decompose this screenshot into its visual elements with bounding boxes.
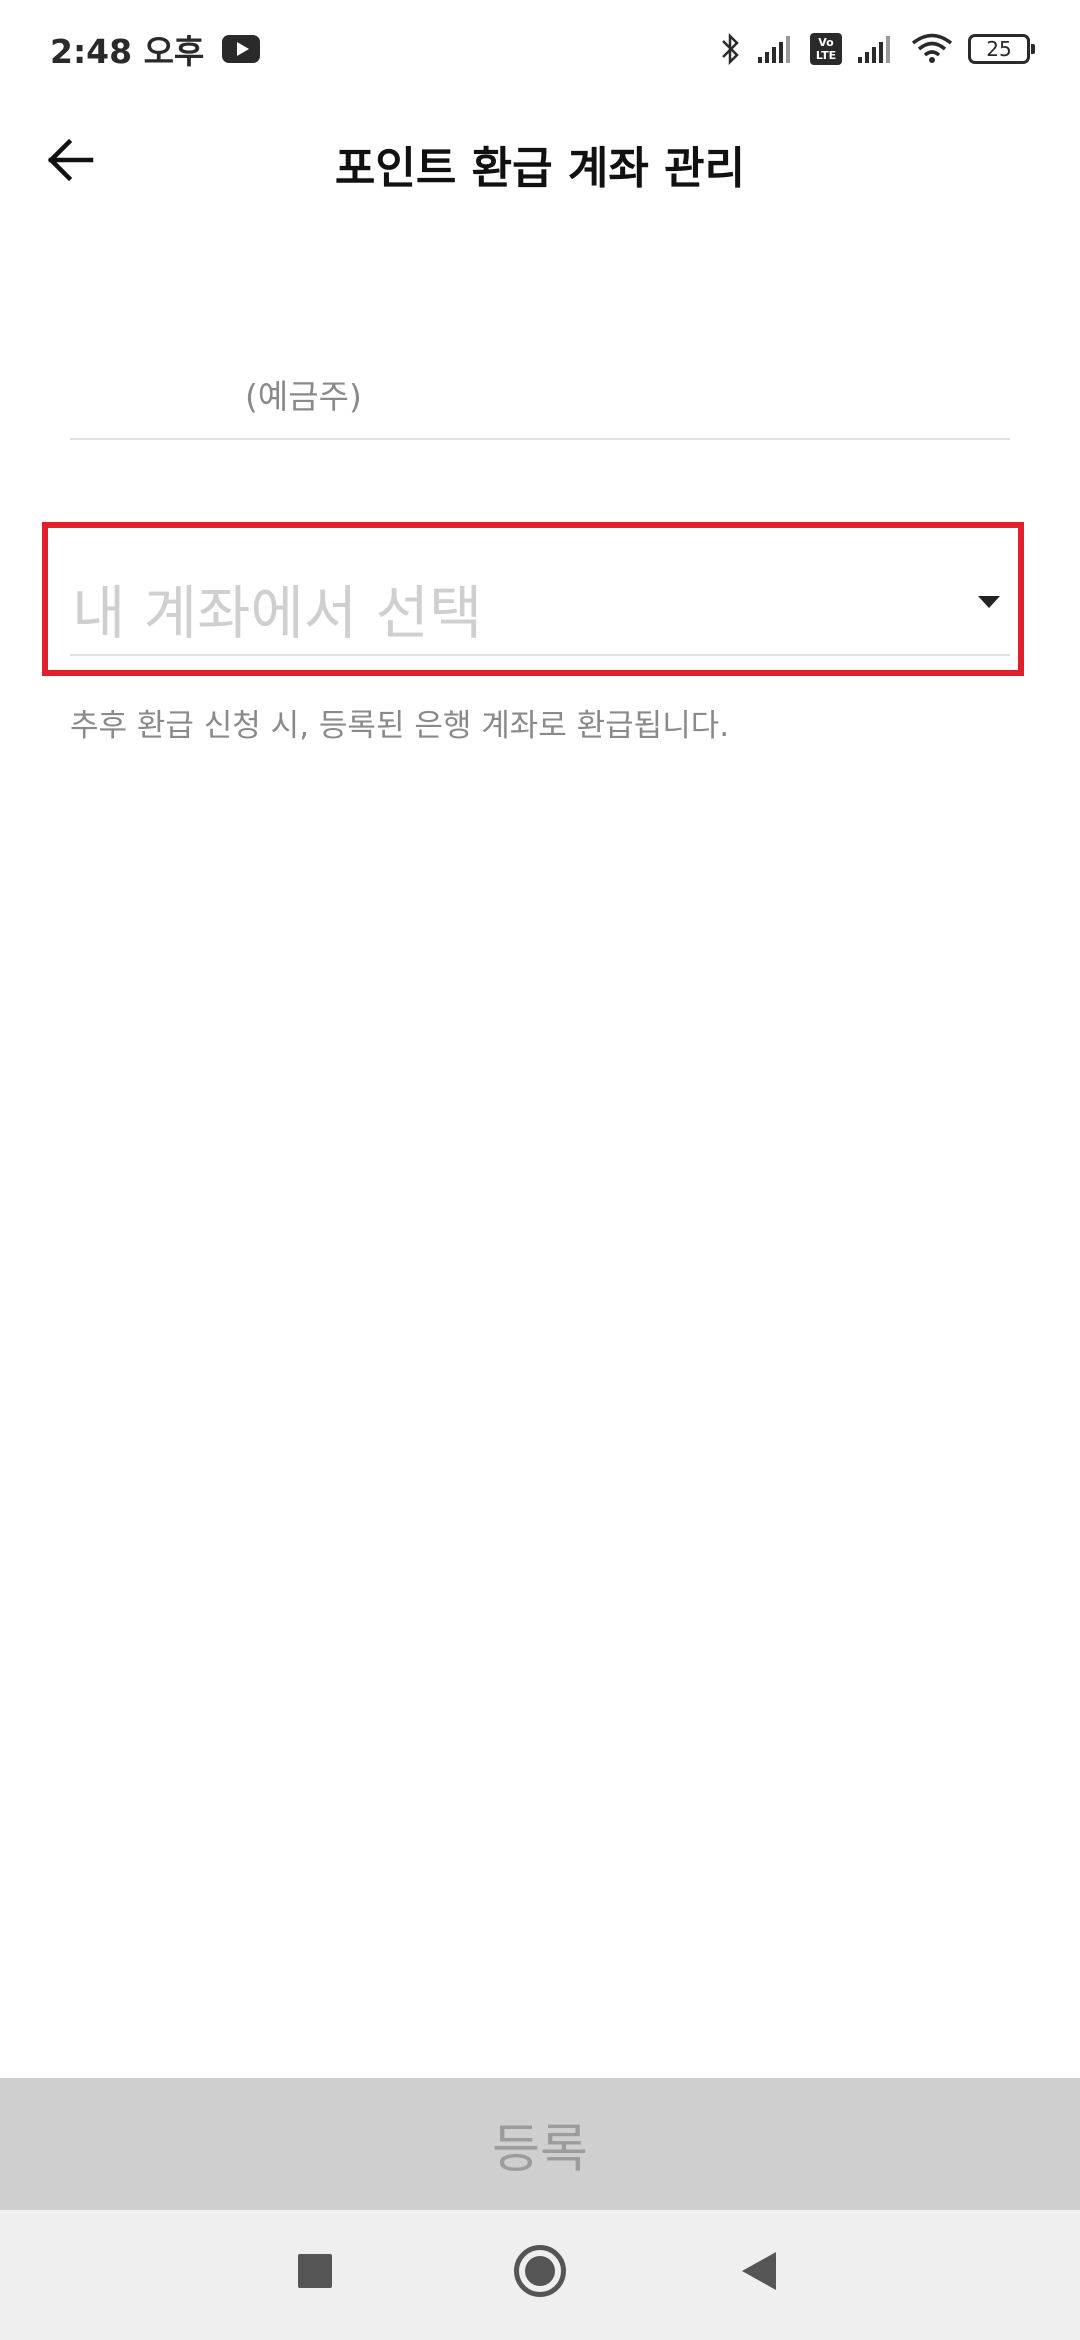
status-right: Vo LTE 25 [720, 32, 1035, 66]
app-header: 포인트 환급 계좌 관리 [0, 110, 1080, 210]
youtube-icon [222, 35, 261, 63]
account-select-placeholder: 내 계좌에서 선택 [72, 579, 483, 647]
back-icon[interactable] [742, 2252, 776, 2290]
page-title: 포인트 환급 계좌 관리 [334, 143, 746, 194]
bluetooth-icon [722, 32, 739, 66]
home-icon[interactable] [514, 2245, 566, 2297]
account-holder-suffix: (예금주) [245, 377, 362, 416]
account-select-dropdown[interactable]: 내 계좌에서 선택 [70, 546, 1010, 656]
recents-icon[interactable] [298, 2254, 332, 2288]
account-holder-field: (예금주) [70, 360, 1010, 440]
volte-icon: Vo LTE [810, 33, 842, 65]
register-button[interactable]: 등록 [0, 2078, 1080, 2210]
signal-icon [758, 36, 790, 63]
chevron-down-icon [978, 596, 1000, 608]
status-left: 2:48 오후 [50, 25, 261, 73]
refund-help-text: 추후 환급 신청 시, 등록된 은행 계좌로 환급됩니다. [70, 708, 730, 744]
account-holder-name-masked [70, 368, 230, 412]
signal-icon [858, 36, 890, 63]
volte-label-top: Vo [818, 36, 834, 49]
status-time: 2:48 오후 [50, 32, 205, 71]
wifi-icon [911, 33, 953, 63]
battery-icon: 25 [968, 34, 1035, 64]
screen: 2:48 오후 Vo LTE 25 포인트 환급 계좌 관리 (예금주) 내 계… [0, 0, 1080, 2340]
battery-level: 25 [986, 37, 1012, 61]
navigation-bar [0, 2210, 1080, 2340]
volte-label-bottom: LTE [815, 49, 837, 62]
status-bar: 2:48 오후 Vo LTE 25 [0, 0, 1080, 98]
